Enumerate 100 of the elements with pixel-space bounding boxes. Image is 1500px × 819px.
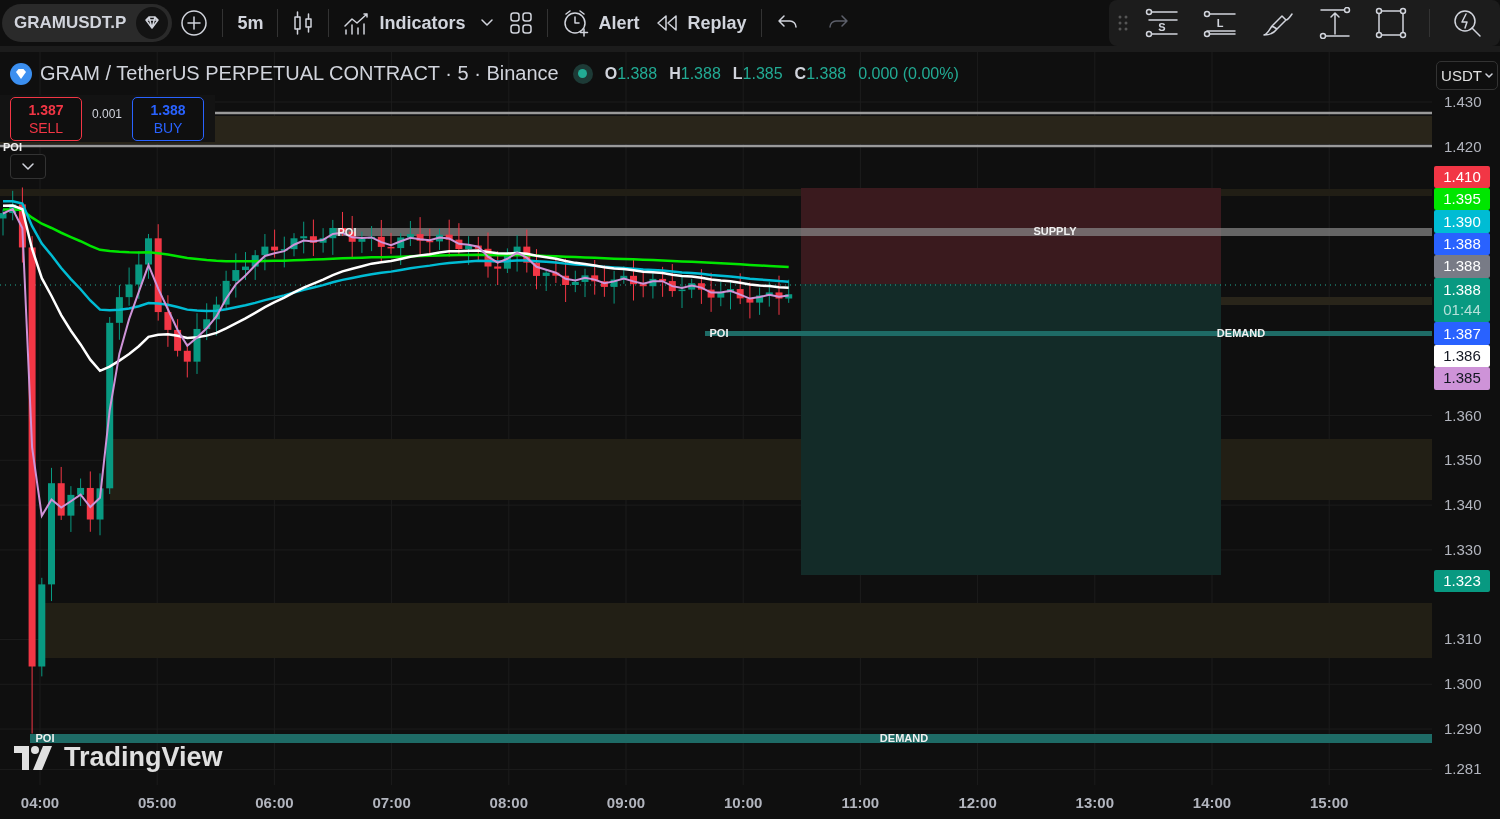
price-tick: 1.340 [1444,497,1482,514]
caret-icon [1484,72,1493,79]
indicators-button[interactable]: Indicators [335,4,474,42]
diamond-button[interactable] [136,7,169,39]
candle [57,466,65,521]
sell-button[interactable]: 1.387 SELL [10,96,82,141]
zone-label: POI [709,327,729,339]
time-tick: 14:00 [1192,794,1232,811]
candle [251,249,259,281]
time-tick: 05:00 [138,794,177,811]
time-tick: 10:00 [724,794,763,811]
quick-search-icon [1452,8,1482,38]
zone-label: SUPPLY [1033,225,1077,237]
rectangle-icon [1375,7,1407,39]
price-tag: 1.395 [1434,188,1490,211]
candle [125,267,133,307]
candle [678,276,686,309]
candle [164,294,172,348]
time-tick: 08:00 [489,794,528,811]
short-position-tool[interactable]: S [1137,4,1187,42]
candle [145,233,152,280]
time-tick: 09:00 [606,794,646,811]
replay-icon [655,13,680,33]
candle [552,258,560,284]
time-tick: 04:00 [20,794,60,811]
time-tick: 12:00 [958,794,997,811]
candle [727,281,734,310]
price-tick: 1.420 [1444,138,1482,155]
replay-button[interactable]: Replay [647,4,755,42]
price-tag: 1.387 [1434,322,1490,345]
zone-label: DEMAND [879,732,929,744]
candle [261,233,269,271]
market-status-icon [572,63,593,84]
brand-name: TradingView [64,742,223,773]
layout-icon [509,11,534,35]
candle [67,485,75,533]
time-tick: 11:00 [841,794,880,811]
price-tag: 1.388 01:44 [1434,277,1490,323]
candle [319,227,327,254]
price-tag: 1.385 [1434,367,1490,390]
alert-button[interactable]: Alert [554,4,648,42]
ohlc-value: L1.385 [732,64,783,83]
candle [581,268,589,298]
candle [717,281,725,307]
candle [610,270,618,305]
buy-button[interactable]: 1.388 BUY [132,96,205,141]
interval-button[interactable]: 5m [229,4,272,42]
candle [416,216,424,256]
price-tick: 1.300 [1444,676,1482,693]
candle [620,265,628,285]
candle [775,275,783,316]
candle [290,232,298,257]
chart-type-icon [292,10,315,36]
candle [193,312,201,375]
time-tick: 13:00 [1075,794,1114,811]
candle [707,272,715,313]
candle [242,251,249,281]
price-tag: 1.323 [1434,570,1490,593]
price-tag: 1.388 [1434,232,1490,256]
price-tag: 1.388 [1434,255,1490,278]
currency-button[interactable]: USDT [1436,61,1498,90]
price-tag: 1.390 [1434,210,1490,233]
price-tick: 1.281 [1444,761,1482,778]
candle [436,228,443,251]
symbol-search[interactable]: GRAMUSDT.P [2,4,173,42]
time-tick: 15:00 [1310,794,1349,811]
candle [533,248,540,290]
price-tick: 1.330 [1444,541,1482,558]
price-tick: 1.290 [1444,721,1482,738]
candle [513,234,521,273]
price-tag: 1.410 [1434,165,1490,189]
collapse-button[interactable] [10,154,46,179]
candle [649,272,657,299]
long-position-tool[interactable]: L [1195,4,1245,42]
candle [0,209,7,236]
price-tick: 1.430 [1444,94,1482,110]
candle [455,222,463,256]
symbol-title: GRAM / TetherUS PERPETUAL CONTRACT · 5 · Binance [40,62,559,85]
spread-value: 0.001 [92,106,123,121]
candle [746,281,754,319]
ohlc-value: H1.388 [669,64,721,83]
zone-label: DEMAND [1216,327,1266,339]
drag-handle-icon[interactable] [1117,14,1129,32]
tradingview-logo-icon [14,745,54,770]
price-tick: 1.360 [1444,407,1482,424]
candle [736,272,744,305]
alert-icon [562,9,591,37]
candle [387,232,395,255]
price-tick: 1.350 [1444,452,1482,469]
price-change: 0.000 (0.00%) [858,64,959,83]
measure-icon [1319,7,1351,39]
candle [445,219,453,258]
time-tick: 06:00 [255,794,294,811]
candle [630,258,637,301]
zone-label: POI [3,141,22,153]
candle [329,219,337,256]
ohlc-value: C1.388 [794,64,847,83]
candle [358,231,366,254]
price-tick: 1.310 [1444,631,1482,648]
time-tick: 07:00 [372,794,411,811]
